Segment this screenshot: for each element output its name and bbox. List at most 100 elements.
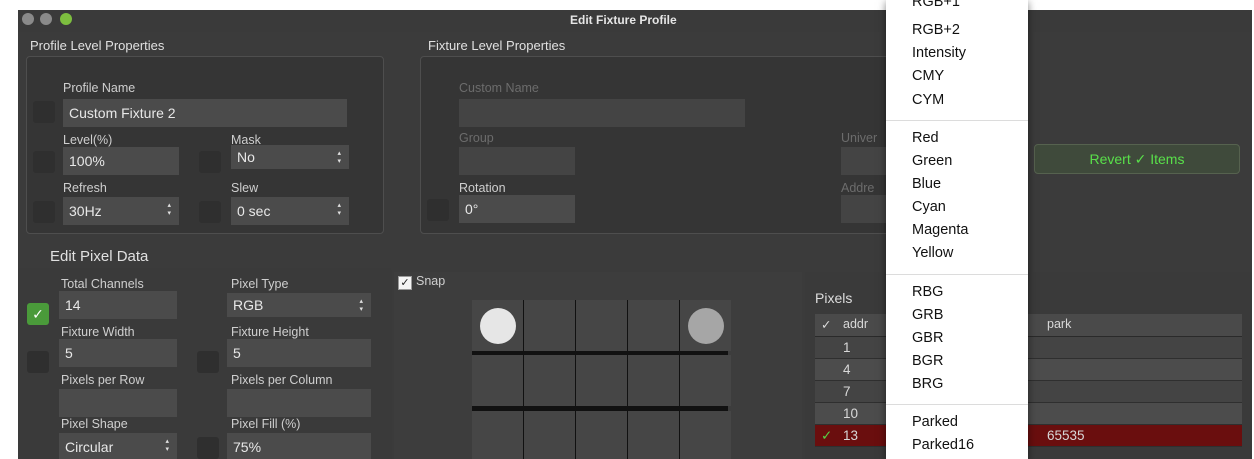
fixture-width-input[interactable]: 5 <box>59 339 177 367</box>
fixture-height-checkbox[interactable] <box>197 351 219 373</box>
menu-item[interactable]: CMY <box>912 68 944 84</box>
rotation-checkbox[interactable] <box>427 199 449 221</box>
grid-cell[interactable] <box>576 300 627 351</box>
menu-item[interactable]: GBR <box>912 330 943 346</box>
mask-select[interactable]: No <box>231 145 349 169</box>
pixel-fill-label: Pixel Fill (%) <box>231 417 301 431</box>
fixture-height-input[interactable]: 5 <box>227 339 371 367</box>
grid-cell[interactable] <box>524 410 575 459</box>
group-input[interactable] <box>459 147 575 175</box>
park-cell: 65535 <box>1047 428 1085 443</box>
grid-cell[interactable] <box>628 300 679 351</box>
fixture-width-checkbox[interactable] <box>27 351 49 373</box>
menu-item[interactable]: BRG <box>912 376 943 392</box>
universe-input[interactable] <box>841 147 891 175</box>
refresh-checkbox[interactable] <box>33 201 55 223</box>
minimize-window-button[interactable] <box>40 13 52 25</box>
row-check[interactable]: ✓ <box>821 428 832 444</box>
pixel-shape-select[interactable]: Circular <box>59 433 177 459</box>
pixel-fill-input[interactable]: 75% <box>227 433 371 459</box>
pixel-type-dropdown-menu: RGB+1 RGB+2 Intensity CMY CYM Red Green … <box>886 0 1028 459</box>
slew-checkbox[interactable] <box>199 201 221 223</box>
grid-cell[interactable] <box>628 410 679 459</box>
table-row[interactable]: 1 <box>815 337 1242 359</box>
menu-item[interactable]: BGR <box>912 353 943 369</box>
profile-name-label: Profile Name <box>63 81 136 95</box>
pixel-data-section-title: Edit Pixel Data <box>50 248 149 265</box>
table-row[interactable]: 4 <box>815 359 1242 381</box>
pixels-per-column-label: Pixels per Column <box>231 373 333 387</box>
pixel-grid[interactable] <box>472 300 731 459</box>
menu-item[interactable]: Cyan <box>912 199 946 215</box>
menu-item[interactable]: Red <box>912 130 939 146</box>
pixel-shape-label: Pixel Shape <box>61 417 128 431</box>
slew-select[interactable]: 0 sec <box>231 197 349 225</box>
menu-separator <box>886 274 1028 275</box>
menu-item[interactable]: Green <box>912 153 952 169</box>
profile-name-input[interactable]: Custom Fixture 2 <box>63 99 347 127</box>
pixels-per-column-input[interactable] <box>227 389 371 417</box>
zoom-window-button[interactable] <box>60 13 72 25</box>
grid-cell[interactable] <box>472 300 523 351</box>
menu-item[interactable]: Parked <box>912 414 958 430</box>
close-window-button[interactable] <box>22 13 34 25</box>
grid-cell[interactable] <box>680 355 731 407</box>
grid-cell[interactable] <box>472 355 523 407</box>
mask-checkbox[interactable] <box>199 151 221 173</box>
table-row[interactable]: 10 <box>815 403 1242 425</box>
menu-item[interactable]: Parked16 <box>912 437 974 453</box>
menu-separator <box>886 120 1028 121</box>
profile-properties-group: Profile Name Custom Fixture 2 Level(%) 1… <box>26 56 384 234</box>
menu-item[interactable]: CYM <box>912 92 944 108</box>
menu-item[interactable]: RGB+1 <box>912 0 960 10</box>
menu-item[interactable]: RBG <box>912 284 943 300</box>
menu-item[interactable]: GRB <box>912 307 943 323</box>
level-input[interactable]: 100% <box>63 147 179 175</box>
pixel-type-select[interactable]: RGB <box>227 293 371 317</box>
pixel-dot[interactable] <box>688 308 724 344</box>
level-label: Level(%) <box>63 133 113 147</box>
slew-label: Slew <box>231 181 259 195</box>
total-channels-checkbox[interactable]: ✓ <box>27 303 49 325</box>
edit-fixture-window: Edit Fixture Profile Profile Level Prope… <box>18 10 1252 459</box>
grid-cell[interactable] <box>680 300 731 351</box>
profile-name-checkbox[interactable] <box>33 101 55 123</box>
menu-item[interactable]: Yellow <box>912 245 953 261</box>
level-checkbox[interactable] <box>33 151 55 173</box>
grid-cell[interactable] <box>576 355 627 407</box>
fixture-properties-group: Custom Name Group Univer Rotation 0° Add… <box>420 56 892 234</box>
column-header-park[interactable]: park <box>1047 317 1071 331</box>
custom-name-label: Custom Name <box>459 81 539 95</box>
header-check[interactable]: ✓ <box>821 317 831 332</box>
menu-item[interactable]: Blue <box>912 176 941 192</box>
snap-checkbox[interactable]: ✓ <box>398 276 412 290</box>
grid-cell[interactable] <box>628 355 679 407</box>
grid-cell[interactable] <box>472 410 523 459</box>
grid-cell[interactable] <box>524 300 575 351</box>
table-header: ✓ addr park <box>815 314 1242 337</box>
menu-item[interactable]: Intensity <box>912 45 966 61</box>
rotation-label: Rotation <box>459 181 506 195</box>
pixels-per-row-input[interactable] <box>59 389 177 417</box>
table-row-selected[interactable]: ✓ 13 65535 <box>815 425 1242 447</box>
menu-item[interactable]: Magenta <box>912 222 968 238</box>
grid-cell[interactable] <box>576 410 627 459</box>
refresh-select[interactable]: 30Hz <box>63 197 179 225</box>
menu-separator <box>886 404 1028 405</box>
pixels-title: Pixels <box>815 290 853 306</box>
menu-item[interactable]: RGB+2 <box>912 22 960 38</box>
pixels-panel: Pixels ✓ addr park 1 4 7 10 ✓ 13 65535 <box>805 272 1252 459</box>
total-channels-input[interactable]: 14 <box>59 291 177 319</box>
fixture-section-title: Fixture Level Properties <box>428 38 566 53</box>
grid-cell[interactable] <box>680 410 731 459</box>
custom-name-input[interactable] <box>459 99 745 127</box>
revert-items-button[interactable]: Revert ✓ Items <box>1034 144 1240 174</box>
table-row[interactable]: 7 <box>815 381 1242 403</box>
grid-cell[interactable] <box>524 355 575 407</box>
pixel-dot[interactable] <box>480 308 516 344</box>
profile-section-title: Profile Level Properties <box>30 38 165 53</box>
address-input[interactable] <box>841 195 891 223</box>
pixel-fill-checkbox[interactable] <box>197 437 219 459</box>
column-header-addr[interactable]: addr <box>843 317 868 331</box>
rotation-input[interactable]: 0° <box>459 195 575 223</box>
